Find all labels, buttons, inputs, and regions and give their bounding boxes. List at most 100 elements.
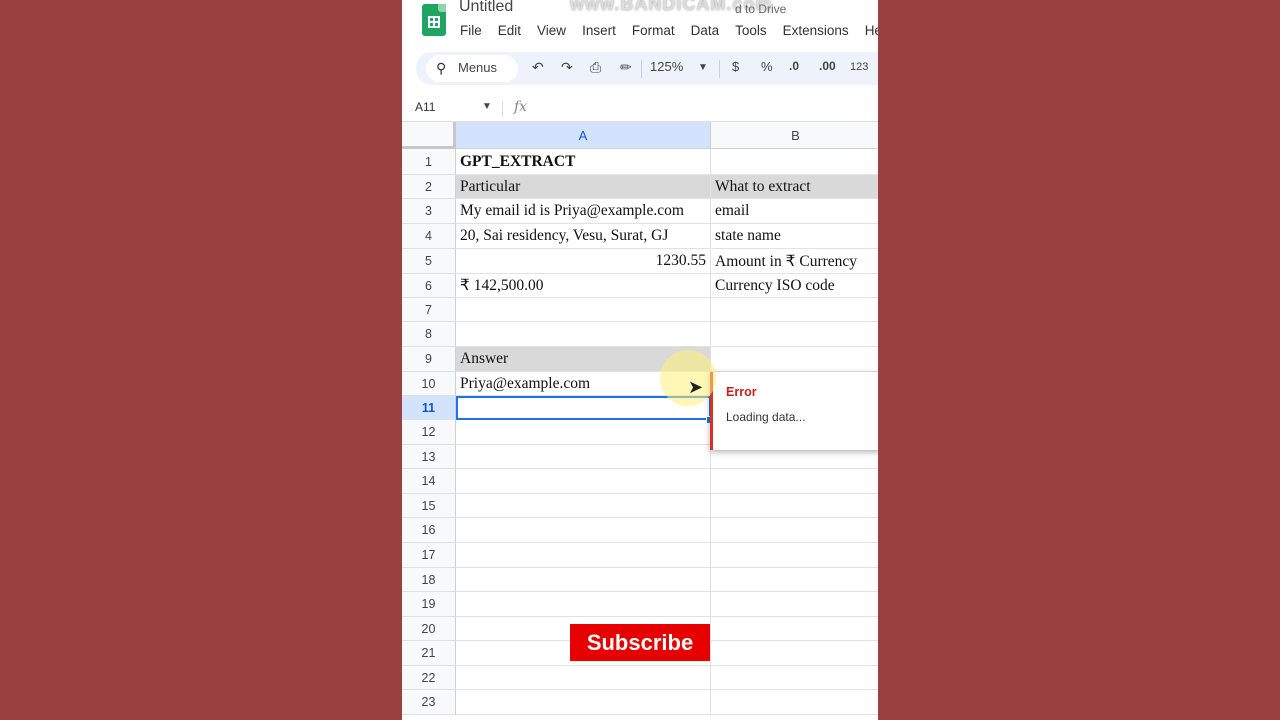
currency-format-button[interactable]: $ [732,59,739,74]
percent-format-button[interactable]: % [761,59,773,74]
cell-b[interactable] [711,543,878,568]
subscribe-overlay[interactable]: Subscribe [570,624,710,661]
chevron-down-icon[interactable]: ▼ [482,101,492,112]
row-header[interactable]: 21 [402,641,456,666]
row-header[interactable]: 10 [402,372,456,396]
select-all-corner[interactable] [402,122,456,149]
row-header[interactable]: 9 [402,347,456,372]
menu-tools[interactable]: Tools [735,23,767,38]
menu-data[interactable]: Data [691,23,720,38]
cell-a[interactable]: 20, Sai residency, Vesu, Surat, GJ [456,224,711,249]
cell-b[interactable]: email [711,199,878,224]
row-header[interactable]: 15 [402,494,456,518]
table-row: 9 Answer [402,347,878,372]
row-header[interactable]: 19 [402,592,456,617]
cell-a[interactable]: My email id is Priya@example.com [456,199,711,224]
row-header[interactable]: 7 [402,298,456,322]
menus-search[interactable]: ⚲ Menus [426,55,518,82]
cell-a[interactable] [456,518,711,543]
doc-title[interactable]: Untitled [459,0,513,16]
row-header[interactable]: 18 [402,568,456,592]
sheets-logo-icon[interactable] [422,4,446,36]
cell-b[interactable]: state name [711,224,878,249]
table-row: 5 1230.55 Amount in ₹ Currency [402,249,878,274]
cell-b[interactable] [711,347,878,372]
increase-decimal-button[interactable]: .00 [819,59,836,73]
cell-b[interactable]: Currency ISO code [711,274,878,298]
formula-bar: A11 ▼ fx [402,95,878,122]
background-left [0,0,402,720]
menu-help[interactable]: He [865,23,878,38]
row-header[interactable]: 6 [402,274,456,298]
row-header[interactable]: 3 [402,199,456,224]
column-header-b[interactable]: B [711,122,878,149]
cell-a[interactable]: GPT_EXTRACT [456,149,711,175]
cell-a[interactable] [456,592,711,617]
cell-b[interactable] [711,641,878,666]
table-row: 22 [402,666,878,690]
row-header[interactable]: 17 [402,543,456,568]
menu-view[interactable]: View [537,23,566,38]
undo-icon[interactable]: ↶ [532,59,544,76]
cell-b[interactable] [711,617,878,641]
cell-a[interactable] [456,494,711,518]
cell-a[interactable] [456,322,711,347]
menu-file[interactable]: File [460,23,482,38]
row-header[interactable]: 11 [402,396,456,420]
row-header[interactable]: 1 [402,149,456,175]
menu-extensions[interactable]: Extensions [783,23,849,38]
search-icon: ⚲ [436,60,447,76]
row-header[interactable]: 13 [402,445,456,469]
cell-a[interactable] [456,666,711,690]
decrease-decimal-button[interactable]: .0 [789,59,799,73]
cell-b[interactable] [711,518,878,543]
print-icon[interactable]: ⎙ [590,59,601,76]
row-header[interactable]: 16 [402,518,456,543]
cell-b[interactable] [711,469,878,494]
row-header[interactable]: 23 [402,690,456,715]
row-header[interactable]: 5 [402,249,456,274]
table-row: 19 [402,592,878,617]
row-header[interactable]: 2 [402,175,456,199]
cell-a[interactable] [456,445,711,469]
zoom-select[interactable]: 125% [650,59,683,74]
cell-a[interactable]: ₹ 142,500.00 [456,274,711,298]
menu-edit[interactable]: Edit [498,23,521,38]
row-header[interactable]: 8 [402,322,456,347]
row-header[interactable]: 14 [402,469,456,494]
cell-b[interactable]: Amount in ₹ Currency [711,249,878,274]
row-header[interactable]: 22 [402,666,456,690]
cell-b[interactable] [711,494,878,518]
cell-a[interactable]: Particular [456,175,711,199]
cell-b[interactable] [711,568,878,592]
cell-b[interactable] [711,149,878,175]
table-row: 2 Particular What to extract [402,175,878,199]
column-header-a[interactable]: A [456,122,711,149]
cell-a[interactable] [456,298,711,322]
menu-format[interactable]: Format [632,23,675,38]
number-format-button[interactable]: 123 [850,61,868,73]
cell-a[interactable] [456,690,711,715]
cell-b[interactable] [711,592,878,617]
cell-a[interactable] [456,543,711,568]
cell-a[interactable]: 1230.55 [456,249,711,274]
menu-insert[interactable]: Insert [582,23,616,38]
error-title: Error [726,385,757,399]
redo-icon[interactable]: ↷ [561,59,573,76]
cell-b[interactable] [711,298,878,322]
error-message: Loading data... [726,410,806,424]
cell-a[interactable] [456,568,711,592]
formula-divider [502,101,503,117]
name-box[interactable]: A11 [415,100,435,114]
cell-b[interactable] [711,666,878,690]
cell-a[interactable] [456,469,711,494]
row-header[interactable]: 12 [402,420,456,445]
chevron-down-icon[interactable]: ▼ [698,62,708,73]
paint-format-icon[interactable]: ✏ [620,59,632,76]
cell-b[interactable] [711,690,878,715]
cell-b[interactable] [711,322,878,347]
row-header[interactable]: 20 [402,617,456,641]
cell-a[interactable] [456,420,711,445]
cell-b[interactable]: What to extract [711,175,878,199]
row-header[interactable]: 4 [402,224,456,249]
